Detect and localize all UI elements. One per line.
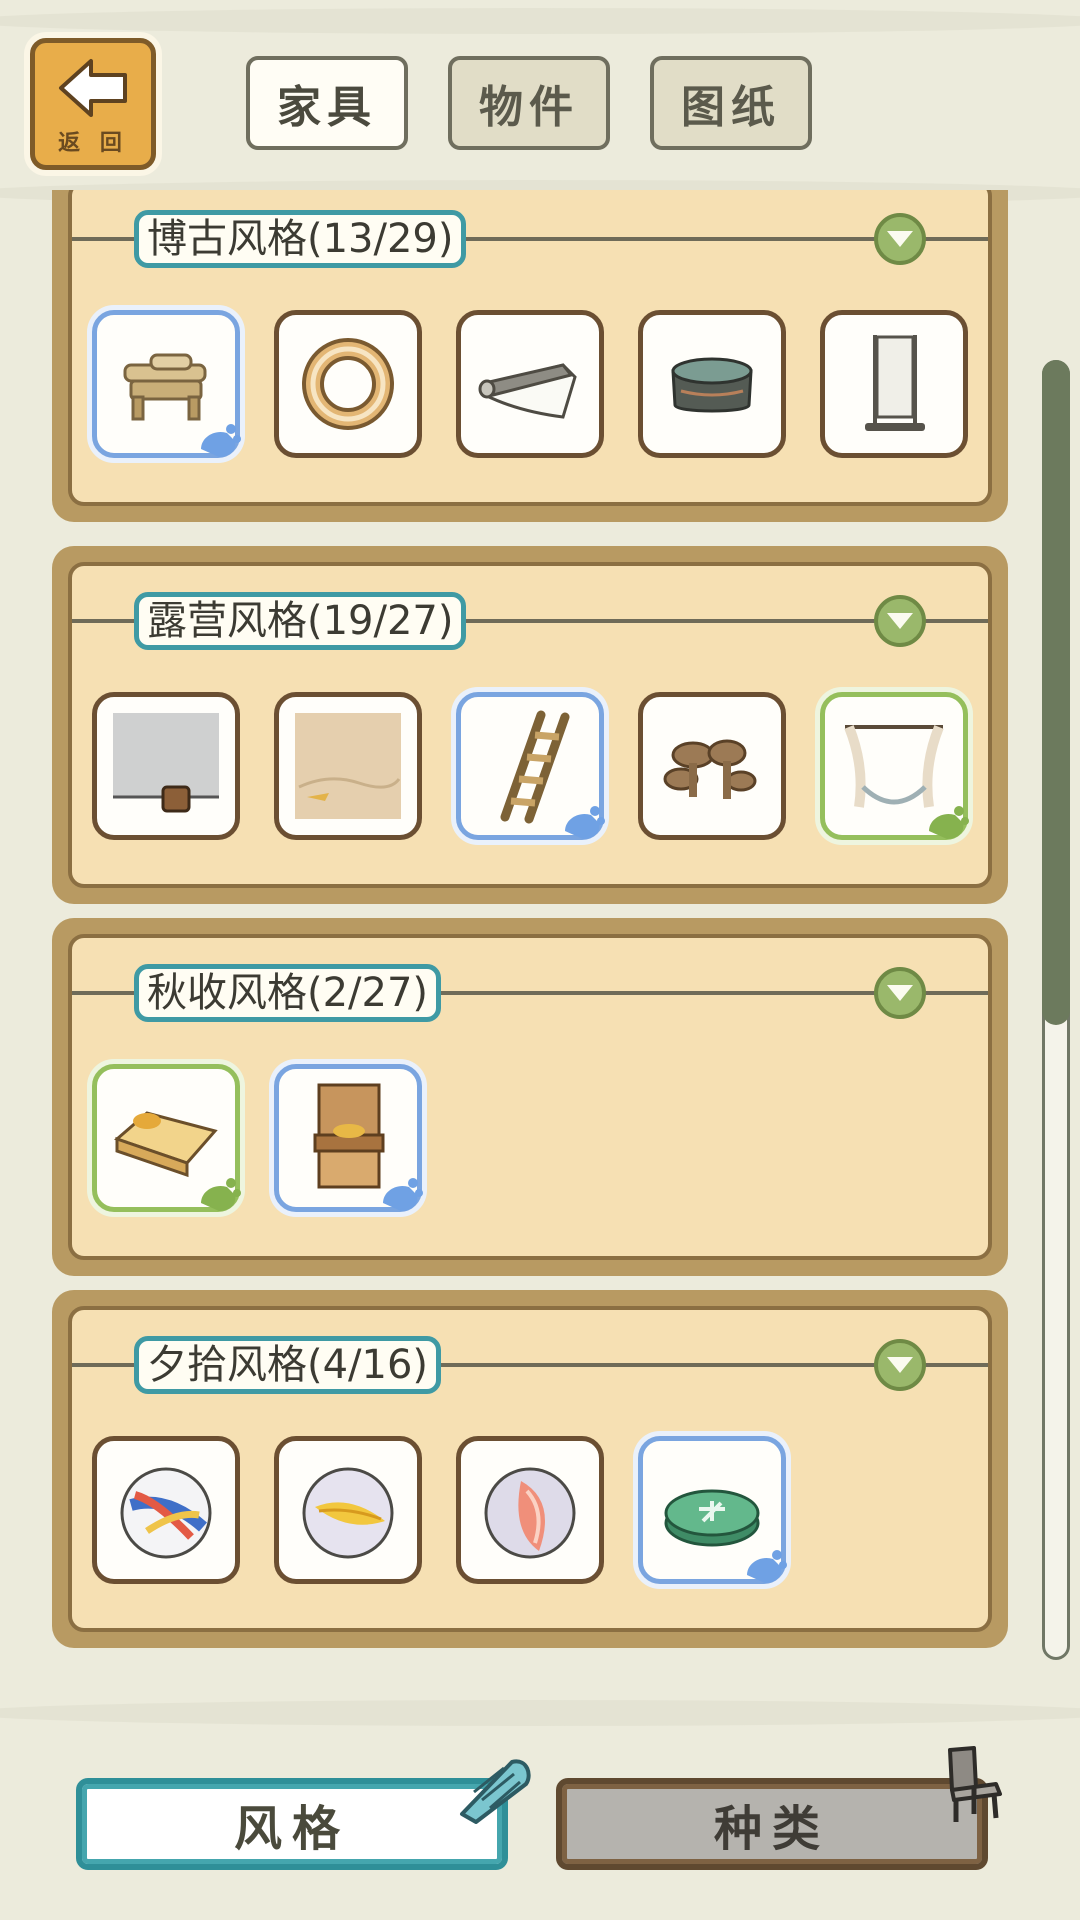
style-section: 博古风格(13/29) xyxy=(52,190,1008,522)
marble-yellow-icon xyxy=(302,1467,394,1559)
background-stripe xyxy=(0,8,1080,34)
blue-paw-icon xyxy=(565,806,605,839)
back-button[interactable]: 返 回 xyxy=(30,38,156,170)
section-title: 博古风格(13/29) xyxy=(134,210,467,268)
furniture-slot[interactable] xyxy=(456,1436,604,1584)
expand-toggle-icon[interactable] xyxy=(874,967,926,1019)
rock-wall-bucket-icon xyxy=(113,713,219,813)
sand-ground-icon xyxy=(295,713,401,819)
section-title: 秋收风格(2/27) xyxy=(134,964,442,1022)
blue-paw-icon xyxy=(747,1550,787,1583)
tab-style[interactable]: 风格 xyxy=(76,1778,508,1870)
expand-toggle-icon[interactable] xyxy=(874,213,926,265)
furniture-slot[interactable] xyxy=(456,692,605,840)
expand-toggle-icon[interactable] xyxy=(874,1339,926,1391)
furniture-slot[interactable] xyxy=(92,1064,241,1212)
stone-basin-icon xyxy=(671,357,753,413)
scroll-painting-icon xyxy=(478,363,577,419)
furniture-slot[interactable] xyxy=(92,310,241,458)
furniture-slot[interactable] xyxy=(274,1064,423,1212)
furniture-slot[interactable] xyxy=(274,310,422,458)
green-paw-icon xyxy=(929,806,969,839)
furniture-slot[interactable] xyxy=(638,692,786,840)
wreath-ring-icon xyxy=(302,338,394,430)
style-section: 秋收风格(2/27) xyxy=(52,918,1008,1276)
style-list[interactable]: 博古风格(13/29) 露营风格(19/27) 秋收风格(2/27) 夕拾风格(… xyxy=(0,190,1080,1650)
section-title: 露营风格(19/27) xyxy=(134,592,467,650)
furniture-slot[interactable] xyxy=(274,692,422,840)
tab-furniture[interactable]: 家具 xyxy=(246,56,408,150)
style-section: 夕拾风格(4/16) xyxy=(52,1290,1008,1648)
background-stripe xyxy=(0,1700,1080,1726)
tab-blueprints[interactable]: 图纸 xyxy=(650,56,812,150)
furniture-slot[interactable] xyxy=(820,310,968,458)
furniture-slot[interactable] xyxy=(638,1436,787,1584)
chair-icon xyxy=(948,1746,1002,1822)
furniture-slot[interactable] xyxy=(92,1436,240,1584)
back-arrow-icon xyxy=(59,59,127,117)
hanging-scroll-stand-icon xyxy=(865,335,925,431)
seashell-icon xyxy=(460,1759,531,1824)
section-title: 夕拾风格(4/16) xyxy=(134,1336,442,1394)
green-paw-icon xyxy=(201,1178,241,1211)
furniture-slot[interactable] xyxy=(638,310,786,458)
style-section: 露营风格(19/27) xyxy=(52,546,1008,904)
blue-paw-icon xyxy=(383,1178,423,1211)
tab-category[interactable]: 种类 xyxy=(556,1778,988,1870)
furniture-slot[interactable] xyxy=(92,692,240,840)
scrollbar-thumb[interactable] xyxy=(1042,360,1070,1025)
furniture-slot[interactable] xyxy=(274,1436,422,1584)
tab-objects[interactable]: 物件 xyxy=(448,56,610,150)
marble-pink-icon xyxy=(484,1467,576,1559)
expand-toggle-icon[interactable] xyxy=(874,595,926,647)
blue-paw-icon xyxy=(201,424,241,457)
mushroom-cluster-icon xyxy=(663,739,757,799)
furniture-slot[interactable] xyxy=(820,692,969,840)
back-label: 返 回 xyxy=(58,131,128,156)
furniture-slot[interactable] xyxy=(456,310,604,458)
marble-blue-red-icon xyxy=(120,1467,212,1559)
